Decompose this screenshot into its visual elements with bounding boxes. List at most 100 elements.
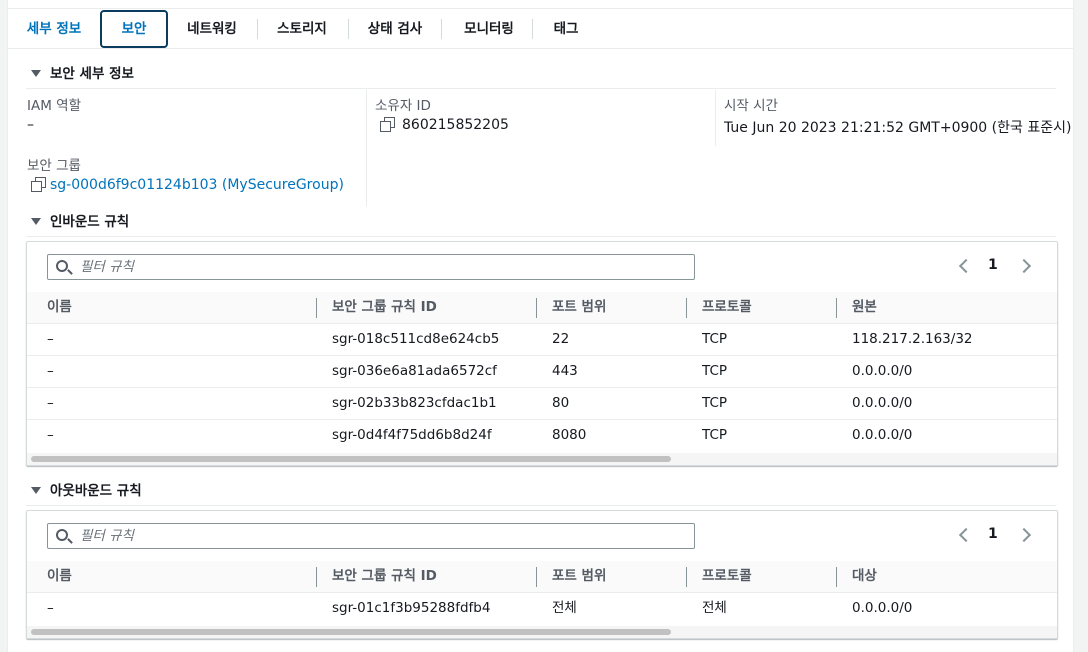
column-header[interactable]: 대상 <box>852 561 877 592</box>
column-header[interactable]: 프로토콜 <box>702 292 752 323</box>
column-resizer[interactable] <box>686 567 687 587</box>
copy-icon[interactable] <box>31 177 46 192</box>
table-row[interactable]: – sgr-02b33b823cfdac1b1 80 TCP 0.0.0.0/0 <box>27 388 1057 420</box>
tab-separator <box>532 19 533 39</box>
tab-separator <box>257 19 258 39</box>
section-title: 인바운드 규칙 <box>50 214 130 230</box>
caret-down-icon <box>31 487 41 494</box>
security-panel: 세부 정보 보안 네트워킹 스토리지 상태 검사 모니터링 태그 보안 세부 정… <box>7 0 1074 652</box>
column-header[interactable]: 이름 <box>47 292 72 323</box>
owner-id-label: 소유자 ID <box>375 98 431 114</box>
tab-bar: 세부 정보 보안 네트워킹 스토리지 상태 검사 모니터링 태그 <box>8 8 1073 49</box>
tab-monitoring[interactable]: 모니터링 <box>451 9 527 49</box>
search-icon <box>56 260 68 272</box>
table-row[interactable]: – sgr-0d4f4f75dd6b8d24f 8080 TCP 0.0.0.0… <box>27 420 1057 452</box>
outbound-rules-header[interactable]: 아웃바운드 규칙 <box>31 481 142 501</box>
inbound-rules-table: 1 이름 보안 그룹 규칙 ID 포트 범위 프로토콜 원본 – sgr-018… <box>26 241 1058 466</box>
cell-port-range: 22 <box>552 331 570 347</box>
cell-rule-id: sgr-01c1f3b95288fdfb4 <box>332 600 491 616</box>
search-icon <box>56 529 68 541</box>
column-resizer[interactable] <box>316 567 317 587</box>
cell-protocol: TCP <box>702 427 728 443</box>
iam-role-value: – <box>27 117 34 133</box>
table-row[interactable]: – sgr-018c511cd8e624cb5 22 TCP 118.217.2… <box>27 324 1057 356</box>
cell-source: 118.217.2.163/32 <box>852 331 973 347</box>
caret-down-icon <box>31 70 41 77</box>
page-number[interactable]: 1 <box>988 257 998 273</box>
cell-name: – <box>47 363 54 379</box>
column-divider <box>366 90 367 206</box>
security-details-header[interactable]: 보안 세부 정보 <box>31 64 134 84</box>
column-resizer[interactable] <box>536 298 537 318</box>
horizontal-scrollbar[interactable] <box>27 626 1057 638</box>
outbound-rules-table: 1 이름 보안 그룹 규칙 ID 포트 범위 프로토콜 대상 – sgr-01c… <box>26 510 1058 639</box>
divider <box>26 505 1056 506</box>
tab-storage[interactable]: 스토리지 <box>266 9 338 49</box>
column-header[interactable]: 보안 그룹 규칙 ID <box>332 561 437 592</box>
divider <box>26 88 1056 89</box>
owner-id-value: 860215852205 <box>380 117 509 133</box>
column-resizer[interactable] <box>836 298 837 318</box>
column-resizer[interactable] <box>316 298 317 318</box>
launch-time-value: Tue Jun 20 2023 21:21:52 GMT+0900 (한국 표준… <box>724 120 1072 136</box>
column-header[interactable]: 포트 범위 <box>552 292 606 323</box>
section-title: 보안 세부 정보 <box>50 66 134 82</box>
security-group-row: sg-000d6f9c01124b103 (MySecureGroup) <box>31 177 344 193</box>
tab-security[interactable]: 보안 <box>100 10 168 48</box>
table-header: 이름 보안 그룹 규칙 ID 포트 범위 프로토콜 대상 <box>27 561 1057 593</box>
inbound-filter-input[interactable] <box>80 257 680 277</box>
cell-rule-id: sgr-018c511cd8e624cb5 <box>332 331 500 347</box>
pagination: 1 <box>955 525 1035 547</box>
tab-networking[interactable]: 네트워킹 <box>176 9 248 49</box>
column-header[interactable]: 보안 그룹 규칙 ID <box>332 292 437 323</box>
scrollbar-thumb[interactable] <box>31 629 671 635</box>
chevron-right-icon[interactable] <box>1016 527 1032 543</box>
owner-id-text: 860215852205 <box>402 117 509 133</box>
column-resizer[interactable] <box>686 298 687 318</box>
column-resizer[interactable] <box>536 567 537 587</box>
cell-rule-id: sgr-02b33b823cfdac1b1 <box>332 395 497 411</box>
table-header: 이름 보안 그룹 규칙 ID 포트 범위 프로토콜 원본 <box>27 292 1057 324</box>
tab-separator <box>348 19 349 39</box>
column-header[interactable]: 포트 범위 <box>552 561 606 592</box>
cell-source: 0.0.0.0/0 <box>852 363 913 379</box>
cell-port-range: 전체 <box>552 600 577 616</box>
cell-name: – <box>47 427 54 443</box>
cell-port-range: 80 <box>552 395 570 411</box>
outbound-filter-input-wrap[interactable] <box>47 523 695 549</box>
cell-port-range: 8080 <box>552 427 587 443</box>
launch-time-label: 시작 시간 <box>724 98 778 114</box>
chevron-left-icon[interactable] <box>958 258 974 274</box>
table-row[interactable]: – sgr-01c1f3b95288fdfb4 전체 전체 0.0.0.0/0 <box>27 593 1057 625</box>
chevron-left-icon[interactable] <box>958 527 974 543</box>
column-header[interactable]: 프로토콜 <box>702 561 752 592</box>
tab-status-checks[interactable]: 상태 검사 <box>358 9 432 49</box>
column-header[interactable]: 원본 <box>852 292 877 323</box>
column-resizer[interactable] <box>836 567 837 587</box>
cell-name: – <box>47 395 54 411</box>
security-groups-label: 보안 그룹 <box>27 158 81 174</box>
cell-source: 0.0.0.0/0 <box>852 395 913 411</box>
cell-protocol: TCP <box>702 395 728 411</box>
scrollbar-thumb[interactable] <box>31 456 671 462</box>
section-title: 아웃바운드 규칙 <box>50 483 142 499</box>
chevron-right-icon[interactable] <box>1016 258 1032 274</box>
tab-details[interactable]: 세부 정보 <box>16 9 92 49</box>
horizontal-scrollbar[interactable] <box>27 453 1057 465</box>
outbound-filter-input[interactable] <box>80 526 680 546</box>
copy-icon[interactable] <box>380 117 395 132</box>
page-number[interactable]: 1 <box>988 526 998 542</box>
cell-name: – <box>47 331 54 347</box>
column-divider <box>715 90 716 146</box>
pagination: 1 <box>955 256 1035 278</box>
tab-separator <box>441 19 442 39</box>
security-group-link[interactable]: sg-000d6f9c01124b103 (MySecureGroup) <box>50 177 344 193</box>
cell-protocol: TCP <box>702 331 728 347</box>
column-header[interactable]: 이름 <box>47 561 72 592</box>
cell-destination: 0.0.0.0/0 <box>852 600 913 616</box>
cell-protocol: 전체 <box>702 600 727 616</box>
table-row[interactable]: – sgr-036e6a81ada6572cf 443 TCP 0.0.0.0/… <box>27 356 1057 388</box>
tab-tags[interactable]: 태그 <box>542 9 590 49</box>
inbound-rules-header[interactable]: 인바운드 규칙 <box>31 212 129 232</box>
inbound-filter-input-wrap[interactable] <box>47 254 695 280</box>
